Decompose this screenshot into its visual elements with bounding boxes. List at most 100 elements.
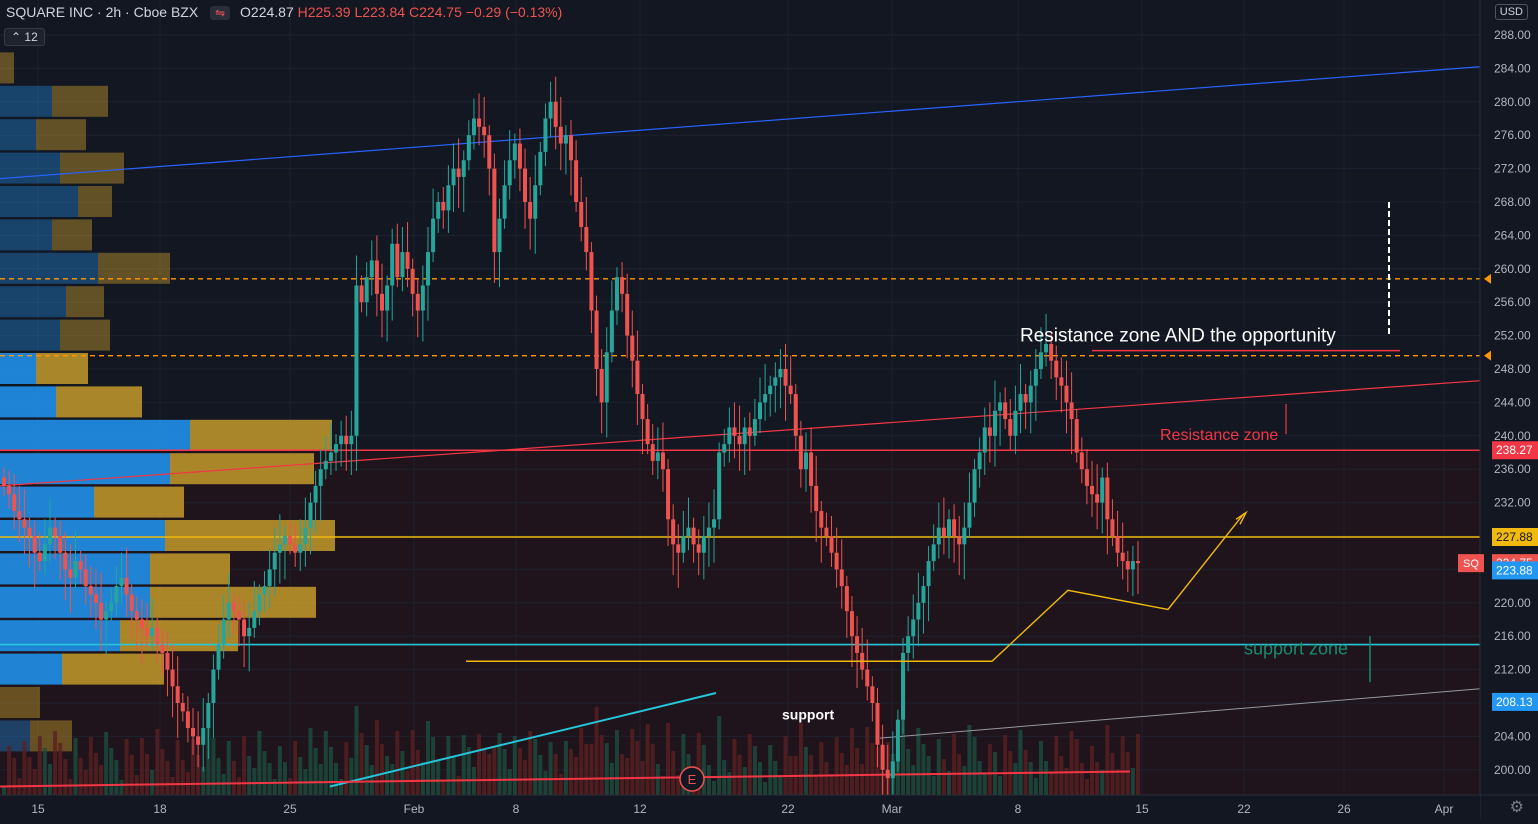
volume-bar bbox=[1003, 735, 1008, 795]
volume-bar bbox=[727, 772, 732, 795]
symbol-title[interactable]: SQUARE INC · 2h · Cboe BZX bbox=[6, 4, 198, 20]
time-tick-label: 18 bbox=[153, 802, 167, 816]
open-value: O224.87 bbox=[240, 4, 294, 20]
candle-body bbox=[385, 285, 390, 311]
candle-body bbox=[114, 586, 119, 603]
volume-bar bbox=[778, 777, 783, 795]
price-chart[interactable]: Resistance zone AND the opportunity Resis… bbox=[0, 0, 1538, 819]
candle-body bbox=[53, 527, 58, 536]
candle-body bbox=[78, 561, 83, 570]
candle-body bbox=[374, 260, 379, 294]
candle-body bbox=[747, 427, 752, 436]
volume-bar bbox=[109, 748, 114, 795]
candle-body bbox=[773, 377, 778, 386]
candle-body bbox=[323, 460, 328, 470]
volume-bar bbox=[824, 762, 829, 795]
candle-body bbox=[395, 243, 400, 278]
gear-icon[interactable]: ⚙ bbox=[1510, 797, 1524, 817]
price-tick-label: 248.00 bbox=[1494, 362, 1531, 376]
candle-body bbox=[895, 719, 900, 762]
candle-body bbox=[1090, 485, 1095, 495]
price-tick-label: 288.00 bbox=[1494, 28, 1531, 42]
candle-body bbox=[630, 335, 635, 361]
volume-bar bbox=[803, 747, 808, 795]
candle-body bbox=[441, 202, 446, 211]
compare-badge[interactable]: ⇋ bbox=[210, 6, 231, 20]
volume-profile-down-bar bbox=[0, 52, 14, 84]
volume-profile-down-bar bbox=[150, 553, 230, 585]
volume-bar bbox=[257, 731, 262, 795]
volume-bar bbox=[252, 768, 257, 795]
candle-body bbox=[1033, 369, 1038, 386]
candle-body bbox=[977, 452, 982, 470]
volume-bar bbox=[288, 778, 293, 795]
candle-body bbox=[1079, 452, 1084, 470]
volume-bar bbox=[461, 735, 466, 795]
candle-body bbox=[763, 394, 768, 403]
volume-bar bbox=[1105, 725, 1110, 795]
volume-bar bbox=[844, 765, 849, 795]
volume-bar bbox=[328, 747, 333, 795]
time-tick-label: 8 bbox=[513, 802, 520, 816]
volume-bar bbox=[318, 764, 323, 795]
volume-bar bbox=[497, 733, 502, 795]
candle-body bbox=[380, 293, 384, 311]
candle-body bbox=[758, 402, 762, 420]
candle-body bbox=[880, 744, 885, 770]
time-tick-label: 8 bbox=[1015, 802, 1022, 816]
candle-body bbox=[104, 611, 109, 620]
volume-bar bbox=[548, 742, 553, 795]
candle-body bbox=[701, 536, 706, 553]
annotation-support-zone: support zone bbox=[1244, 639, 1348, 659]
price-tick-label: 220.00 bbox=[1494, 596, 1531, 610]
volume-bar bbox=[625, 758, 630, 795]
volume-bar bbox=[1120, 736, 1125, 795]
volume-bar bbox=[671, 751, 676, 795]
volume-profile-down-bar bbox=[66, 286, 104, 318]
volume-bar bbox=[42, 748, 47, 795]
volume-bar bbox=[47, 764, 52, 795]
volume-bar bbox=[533, 739, 538, 795]
candle-body bbox=[93, 594, 98, 603]
volume-bar bbox=[635, 741, 640, 795]
volume-bar bbox=[441, 781, 446, 795]
volume-bar bbox=[977, 761, 982, 795]
candle-body bbox=[431, 218, 436, 253]
candle-body bbox=[359, 285, 364, 303]
volume-bar bbox=[451, 756, 456, 795]
candle-body bbox=[660, 452, 665, 470]
volume-bar bbox=[1100, 770, 1105, 795]
volume-bar bbox=[798, 723, 803, 795]
volume-bar bbox=[773, 761, 778, 795]
candle-body bbox=[962, 527, 967, 545]
volume-bar bbox=[139, 738, 144, 795]
volume-bar bbox=[1028, 762, 1033, 795]
volume-bar bbox=[1084, 779, 1089, 795]
volume-bar bbox=[952, 734, 957, 795]
candle-body bbox=[298, 544, 303, 553]
chart-root[interactable]: Resistance zone AND the opportunity Resis… bbox=[0, 0, 1538, 819]
candle-body bbox=[574, 160, 579, 202]
candle-body bbox=[696, 544, 701, 553]
volume-bar bbox=[860, 764, 865, 795]
candle-body bbox=[717, 452, 722, 520]
candle-body bbox=[543, 118, 548, 152]
volume-bar bbox=[737, 755, 742, 795]
volume-profile-up-bar bbox=[0, 219, 52, 251]
volume-bar bbox=[584, 744, 589, 795]
candle-body bbox=[778, 369, 783, 378]
candle-body bbox=[885, 769, 890, 779]
price-tick-label: 200.00 bbox=[1494, 763, 1531, 777]
candle-body bbox=[477, 118, 482, 127]
candle-body bbox=[277, 544, 282, 553]
volume-profile-down-bar bbox=[60, 152, 124, 184]
price-label-value: 223.88 bbox=[1496, 563, 1533, 577]
volume-indicator-toggle[interactable]: ⌃ 12 bbox=[4, 28, 45, 46]
currency-button[interactable]: USD bbox=[1494, 4, 1528, 20]
volume-bar bbox=[129, 755, 134, 795]
volume-profile-up-bar bbox=[0, 653, 62, 685]
volume-profile-down-bar bbox=[30, 720, 72, 752]
volume-bar bbox=[119, 780, 124, 795]
candle-body bbox=[211, 669, 216, 703]
volume-bar bbox=[849, 728, 854, 795]
